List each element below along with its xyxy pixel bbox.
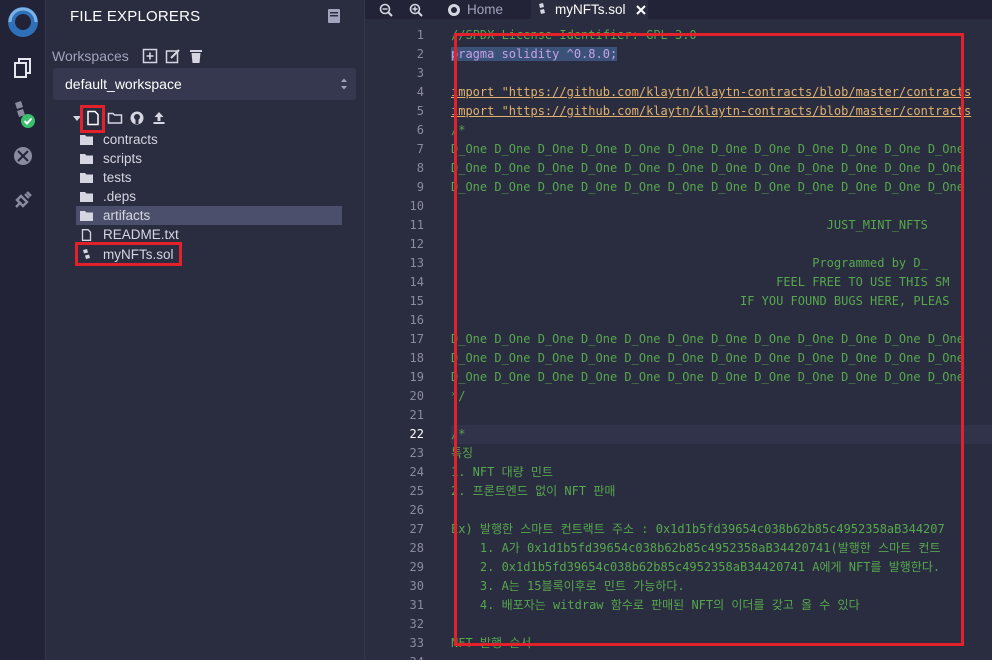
tree-item-label: contracts [103,132,158,147]
line-number: 19 [409,370,424,384]
select-arrows-icon [341,78,347,90]
tab-bar: Home myNFTs.sol [365,0,992,19]
line-number: 34 [384,655,424,660]
delete-workspace-icon[interactable] [188,48,204,64]
line-number: 9 [416,180,424,194]
line-number: 25 [409,484,424,498]
solidity-compiler-icon[interactable] [0,94,45,134]
line-number: 18 [409,351,424,365]
line-number: 1 [416,28,424,42]
panel-title: FILE EXPLORERS [70,8,201,25]
folder-icon [80,191,93,202]
deploy-run-icon[interactable] [0,136,45,176]
file-explorer-icon[interactable] [0,48,45,88]
line-number: 17 [409,332,424,346]
zoom-in-icon[interactable] [409,3,423,17]
line-number: 8 [416,161,424,175]
upload-icon[interactable] [151,110,167,126]
tab-home[interactable]: Home [443,0,528,19]
line-number: 23 [409,446,424,460]
github-icon[interactable] [129,110,145,126]
tree-item-label: .deps [103,189,137,204]
line-number: 20 [409,389,424,403]
line-number-gutter: 1 2 3 4 5 6 7 8 9 10 11 12 13 14 15 16 17 18 19 20 21 22 23 24 2… [365,26,440,660]
new-folder-icon[interactable] [107,110,123,126]
tree-item-label: tests [103,170,132,185]
line-number: 28 [409,541,424,555]
close-tab-icon[interactable] [635,4,646,15]
workspace-select-value: default_workspace [65,76,182,92]
folder-icon [80,210,93,221]
highlight-box-code [454,33,964,646]
file-explorer-panel: FILE EXPLORERS Workspaces default_worksp… [46,0,365,660]
folder-icon [80,153,93,164]
line-number: 14 [409,275,424,289]
tree-item-scripts[interactable]: scripts [76,149,342,168]
tab-home-label: Home [467,2,504,17]
line-number: 27 [409,522,424,536]
tree-item-label: artifacts [103,208,151,223]
line-number: 31 [409,598,424,612]
highlight-box-new-file [80,105,105,133]
line-number: 33 [409,636,424,650]
remix-home-icon [448,3,460,16]
create-workspace-icon[interactable] [142,48,158,64]
highlight-box-file [75,242,182,266]
line-number: 4 [416,85,424,99]
line-number: 15 [409,294,424,308]
line-number: 24 [409,465,424,479]
line-number: 29 [409,560,424,574]
line-number: 5 [416,104,424,118]
remix-logo-icon[interactable] [0,0,45,44]
line-number: 10 [409,199,424,213]
line-number: 13 [409,256,424,270]
rename-workspace-icon[interactable] [165,48,181,64]
line-number: 32 [409,617,424,631]
tree-item-tests[interactable]: tests [76,168,342,187]
tree-item-label: README.txt [103,227,179,242]
line-number: 21 [409,408,424,422]
plugin-manager-icon[interactable] [0,180,45,220]
folder-icon [80,134,93,145]
workspaces-label: Workspaces [52,48,129,64]
tab-mynfts-label: myNFTs.sol [555,2,626,17]
tree-item-contracts[interactable]: contracts [76,130,342,149]
docs-book-icon[interactable] [328,9,340,23]
line-number: 3 [416,66,424,80]
line-number: 6 [416,123,424,137]
line-number: 16 [409,313,424,327]
tree-item-label: scripts [103,151,143,166]
zoom-out-icon[interactable] [379,3,393,17]
folder-icon [80,172,93,183]
solidity-file-icon [539,2,545,14]
tree-item-artifacts[interactable]: artifacts [76,206,342,225]
line-number: 26 [409,503,424,517]
line-number: 30 [409,579,424,593]
icon-bar [0,0,46,660]
line-number: 2 [416,47,424,61]
workspace-select[interactable]: default_workspace [53,68,356,100]
file-icon [81,228,92,241]
tab-mynfts[interactable]: myNFTs.sol [531,0,648,19]
line-number: 12 [409,237,424,251]
tree-item-deps[interactable]: .deps [76,187,342,206]
line-number: 22 [409,427,424,441]
line-number: 7 [416,142,424,156]
line-number: 11 [409,218,424,232]
